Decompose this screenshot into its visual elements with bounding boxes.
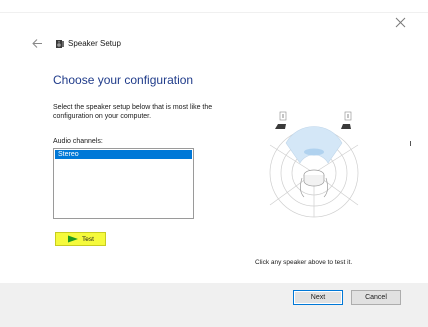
play-icon xyxy=(68,235,79,243)
audio-channels-label: Audio channels: xyxy=(53,138,103,145)
window-title: Speaker Setup xyxy=(68,39,121,48)
speaker-test-hint: Click any speaker above to test it. xyxy=(255,259,353,266)
speaker-diagram xyxy=(269,111,359,218)
back-arrow-icon[interactable] xyxy=(32,38,43,49)
next-button[interactable]: Next xyxy=(293,290,343,305)
title-bar-divider xyxy=(0,12,428,13)
page-heading: Choose your configuration xyxy=(53,73,194,87)
speaker-icon xyxy=(56,40,64,48)
close-icon[interactable] xyxy=(395,17,406,28)
cancel-button[interactable]: Cancel xyxy=(351,290,401,305)
right-speaker[interactable] xyxy=(341,111,352,129)
test-button[interactable]: Test xyxy=(55,232,106,246)
test-button-label: Test xyxy=(82,235,94,243)
instructions-text: Select the speaker setup below that is m… xyxy=(53,104,213,120)
audio-channels-list[interactable]: Stereo xyxy=(53,148,194,219)
left-speaker[interactable] xyxy=(275,111,287,129)
channel-option-stereo[interactable]: Stereo xyxy=(55,150,192,159)
window-edge-marker xyxy=(410,141,411,146)
